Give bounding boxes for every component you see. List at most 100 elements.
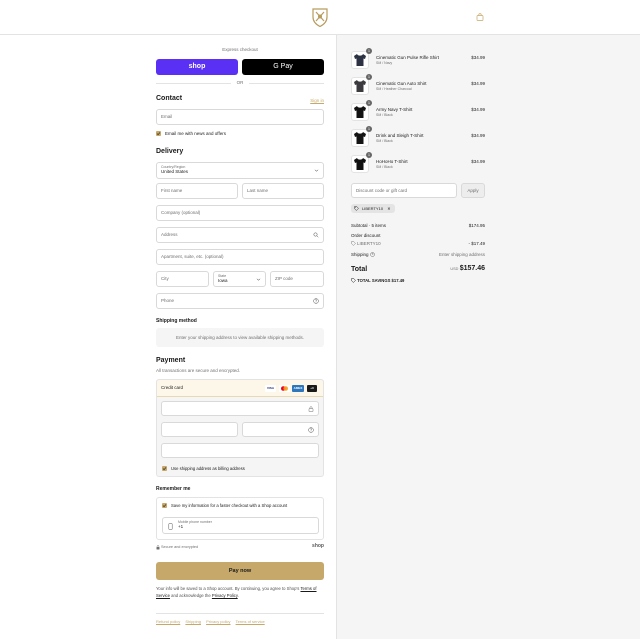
tag-icon xyxy=(351,278,356,283)
google-pay-button[interactable]: G Pay xyxy=(242,59,324,75)
help-circle-icon[interactable] xyxy=(313,298,319,304)
footer-links: Refund policy Shipping Privacy policy Te… xyxy=(156,619,324,624)
order-discount-code: LIBERTY10 xyxy=(357,241,381,246)
pay-now-button[interactable]: Pay now xyxy=(156,562,324,580)
line-item: 1 Cinematic Gun Pulse Rifle Shirt SM / Nav… xyxy=(351,48,485,71)
zip-field[interactable]: ZIP code xyxy=(270,271,324,287)
help-circle-icon[interactable] xyxy=(370,252,375,257)
first-name-field[interactable]: First name xyxy=(156,183,238,199)
total-amount: USD $157.46 xyxy=(450,265,485,272)
shop-logo: shop xyxy=(312,543,324,549)
terms-text-start: Your info will be saved to a Shop accoun… xyxy=(156,586,300,591)
tshirt-icon xyxy=(354,158,366,170)
mobile-phone-value: +1 xyxy=(178,524,184,529)
apartment-field[interactable]: Apartment, suite, etc. (optional) xyxy=(156,249,324,265)
total-savings-label: TOTAL SAVINGS xyxy=(357,278,391,283)
privacy-policy-footer-link[interactable]: Privacy policy xyxy=(206,619,230,624)
billing-checkbox[interactable] xyxy=(162,466,167,471)
delivery-heading: Delivery xyxy=(156,148,184,155)
company-field[interactable]: Company (optional) xyxy=(156,205,324,221)
line-item: 1 Cinematic Gun Auto Shirt SM / Heather Ch… xyxy=(351,74,485,97)
mastercard-icon xyxy=(279,385,290,392)
card-number-field[interactable] xyxy=(161,401,319,416)
tshirt-icon xyxy=(354,80,366,92)
secure-label: Secure and encrypted xyxy=(161,545,199,549)
security-code-field[interactable] xyxy=(242,422,319,437)
check-icon xyxy=(162,504,167,508)
shopping-bag-icon[interactable] xyxy=(476,13,484,21)
or-divider: OR xyxy=(156,80,324,86)
shipping-method-heading: Shipping method xyxy=(156,318,197,324)
chevron-down-icon xyxy=(314,169,319,172)
search-icon xyxy=(313,232,319,238)
credit-card-panel: Credit card VISA AMEX +3 Use shipping ad… xyxy=(156,379,324,477)
mobile-phone-icon xyxy=(168,523,173,530)
tshirt-icon xyxy=(354,132,366,144)
product-price: $34.99 xyxy=(471,55,485,60)
address-placeholder: Address xyxy=(161,232,178,237)
quantity-badge: 1 xyxy=(366,74,372,80)
subtotal-row: Subtotal · 5 items $174.95 xyxy=(351,223,485,228)
country-select[interactable]: Country/Region United States xyxy=(156,162,324,179)
terms-of-service-footer-link[interactable]: Terms of service xyxy=(236,619,265,624)
apply-discount-button[interactable]: Apply xyxy=(461,183,485,198)
address-field[interactable]: Address xyxy=(156,227,324,243)
billing-checkbox-label: Use shipping address as billing address xyxy=(171,466,245,471)
sign-in-link[interactable]: Sign in xyxy=(310,98,324,103)
email-field[interactable]: Email xyxy=(156,109,324,125)
contact-heading: Contact xyxy=(156,95,183,102)
remember-me-heading: Remember me xyxy=(156,486,191,492)
visa-icon: VISA xyxy=(265,385,276,392)
terms-text-end: . xyxy=(237,593,239,598)
name-on-card-field[interactable] xyxy=(161,443,319,458)
refund-policy-link[interactable]: Refund policy xyxy=(156,619,180,624)
shop-pay-button[interactable]: shop xyxy=(156,59,238,75)
mobile-phone-field[interactable]: Mobile phone number +1 xyxy=(162,517,319,534)
news-checkbox[interactable] xyxy=(156,131,161,136)
product-name: Cinematic Gun Pulse Rifle Shirt xyxy=(376,55,440,60)
line-item: 1 Army Navy T-Shirt SM / Black $34.99 xyxy=(351,100,485,123)
credit-card-option[interactable]: Credit card VISA AMEX +3 xyxy=(157,380,323,397)
phone-field[interactable]: Phone xyxy=(156,293,324,309)
subtotal-label: Subtotal · 5 items xyxy=(351,223,387,228)
shipping-row: Shipping Enter shipping address xyxy=(351,252,485,257)
city-field[interactable]: City xyxy=(156,271,209,287)
product-name: Army Navy T-Shirt xyxy=(376,107,413,112)
product-name: Drink and Sleigh T-Shirt xyxy=(376,133,424,138)
discount-tag-label: LIBERTY10 xyxy=(362,206,384,211)
tag-icon xyxy=(354,206,359,211)
expiry-field[interactable] xyxy=(161,422,238,437)
product-thumbnail xyxy=(351,129,369,147)
help-circle-icon[interactable] xyxy=(308,427,314,433)
privacy-policy-link[interactable]: Privacy Policy xyxy=(212,593,238,598)
state-select[interactable]: State Iowa xyxy=(213,271,266,287)
order-summary: 1 Cinematic Gun Pulse Rifle Shirt SM / Nav… xyxy=(336,35,640,639)
shipping-value: Enter shipping address xyxy=(438,252,485,257)
terms-text-middle: and acknowledge the xyxy=(171,593,211,598)
line-item: 1 HoHoHo T-Shirt SM / Black $34.99 xyxy=(351,152,485,175)
discount-tag: LIBERTY10 ✕ xyxy=(351,204,395,213)
news-checkbox-label: Email me with news and offers xyxy=(165,131,226,136)
credit-card-label: Credit card xyxy=(161,385,184,390)
payment-heading: Payment xyxy=(156,357,186,364)
order-discount-label: Order discount xyxy=(351,233,381,238)
lock-icon xyxy=(156,545,160,550)
remember-me-panel: Save my information for a faster checkou… xyxy=(156,497,324,540)
shield-crest-icon[interactable] xyxy=(311,7,329,27)
product-price: $34.99 xyxy=(471,81,485,86)
line-item: 1 Drink and Sleigh T-Shirt SM / Black $34.9… xyxy=(351,126,485,149)
last-name-field[interactable]: Last name xyxy=(242,183,324,199)
shipping-link[interactable]: Shipping xyxy=(185,619,201,624)
product-name: Cinematic Gun Auto Shirt xyxy=(376,81,427,86)
remove-discount-icon[interactable]: ✕ xyxy=(387,206,390,211)
currency-code: USD xyxy=(450,267,459,271)
discount-code-input[interactable]: Discount code or gift card xyxy=(351,183,457,198)
total-label: Total xyxy=(351,266,368,273)
product-name: HoHoHo T-Shirt xyxy=(376,159,408,164)
product-thumbnail xyxy=(351,77,369,95)
save-info-checkbox[interactable] xyxy=(162,503,167,508)
product-variant: SM / Black xyxy=(376,165,393,169)
shipping-label: Shipping xyxy=(351,252,369,257)
order-discount-row: LIBERTY10 - $17.49 xyxy=(351,241,485,246)
quantity-badge: 1 xyxy=(366,100,372,106)
